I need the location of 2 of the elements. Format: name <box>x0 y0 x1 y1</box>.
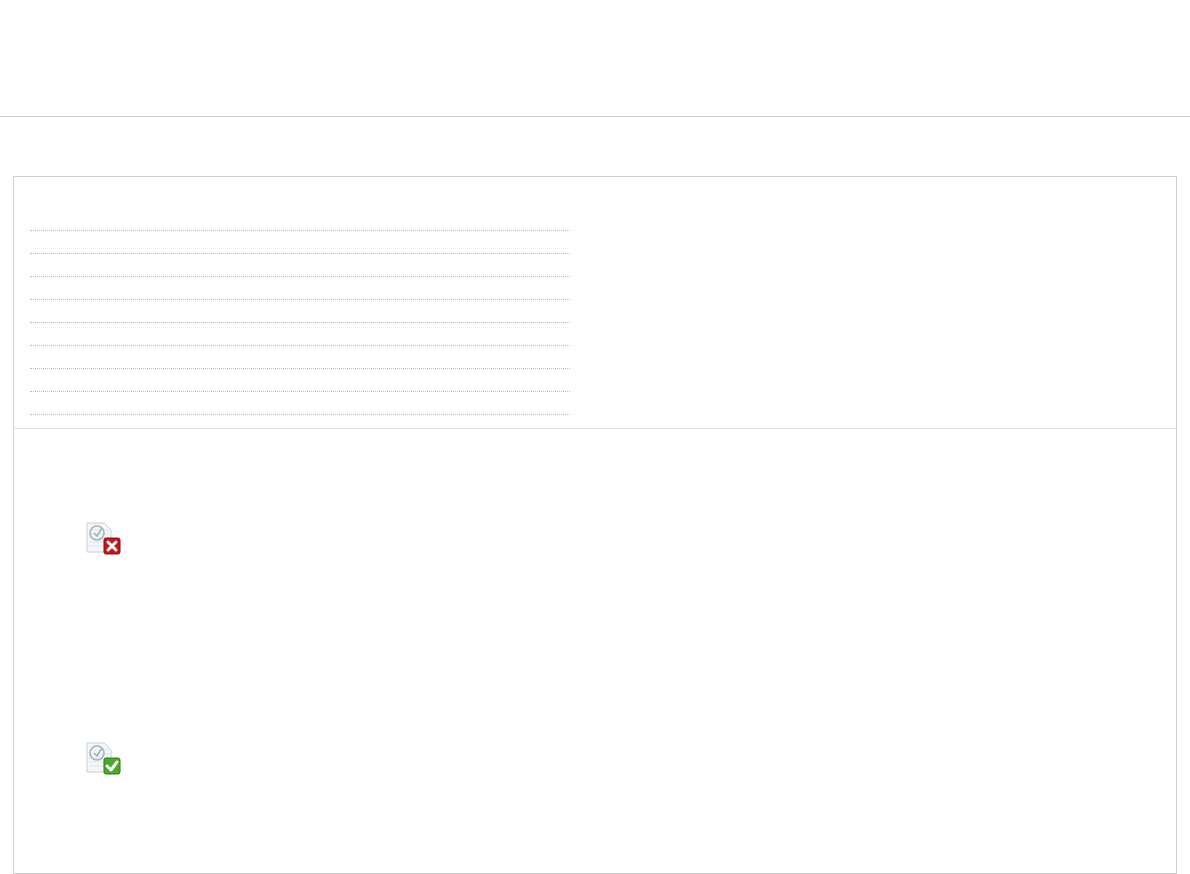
report-success-icon <box>86 742 121 777</box>
report-error-icon <box>86 522 121 557</box>
